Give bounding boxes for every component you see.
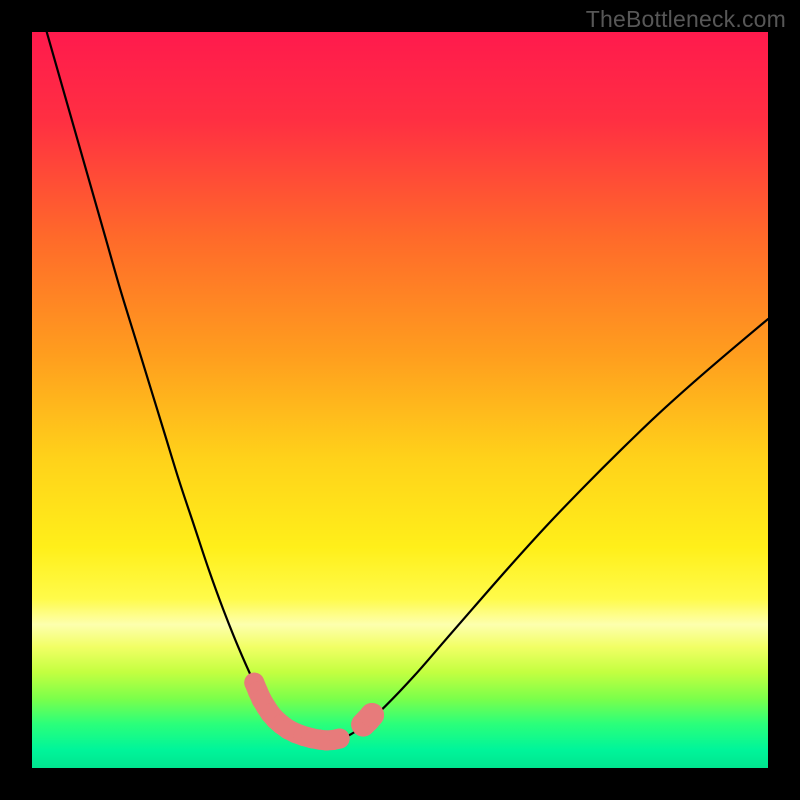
gradient-background bbox=[32, 32, 768, 768]
plot-area bbox=[32, 32, 768, 768]
chart-svg bbox=[32, 32, 768, 768]
watermark-text: TheBottleneck.com bbox=[586, 6, 786, 33]
chart-container: TheBottleneck.com bbox=[0, 0, 800, 800]
